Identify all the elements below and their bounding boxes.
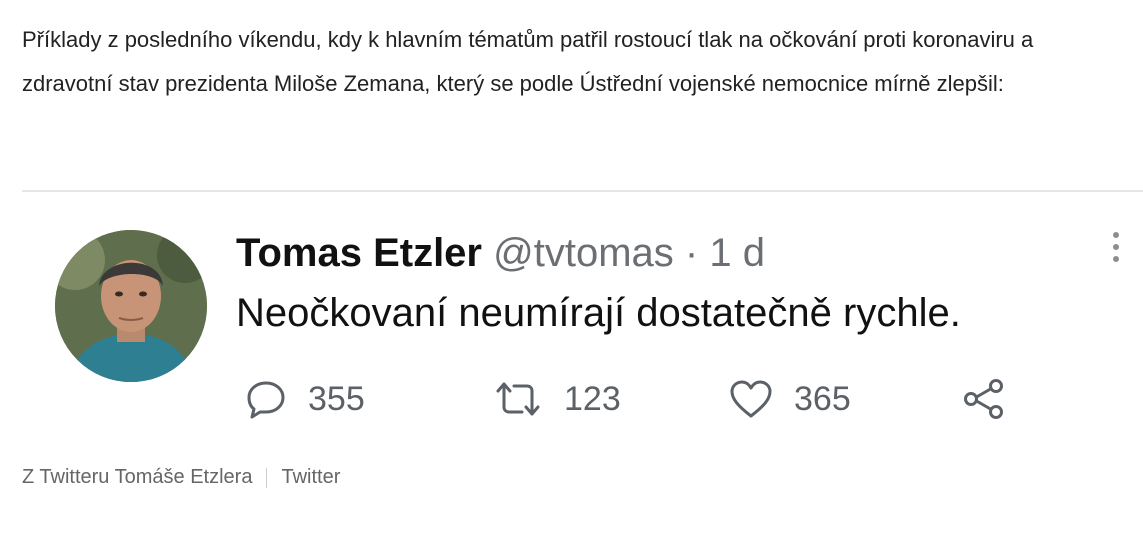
heart-icon: [730, 380, 772, 418]
more-vertical-icon[interactable]: [1106, 232, 1126, 268]
reply-icon: [247, 381, 285, 419]
tweet-time[interactable]: 1 d: [709, 231, 765, 275]
tweet-text: Neočkovaní neumírají dostatečně rychle.: [236, 291, 961, 335]
tweet-embed: Tomas Etzler @tvtomas · 1 d Neočkovaní n…: [22, 190, 1143, 450]
author-name[interactable]: Tomas Etzler: [236, 231, 482, 275]
share-icon: [964, 379, 1003, 419]
tweet-header: Tomas Etzler @tvtomas · 1 d: [236, 228, 765, 278]
caption-divider: [266, 467, 268, 488]
reply-count: 355: [308, 379, 365, 418]
retweet-button[interactable]: 123: [492, 374, 621, 424]
image-caption: Z Twitteru Tomáše Etzlera Twitter: [22, 466, 340, 489]
share-button[interactable]: [962, 374, 1006, 424]
like-button[interactable]: 365: [728, 374, 851, 424]
caption-source: Z Twitteru Tomáše Etzlera: [22, 466, 253, 488]
reply-button[interactable]: 355: [244, 374, 365, 424]
retweet-count: 123: [564, 379, 621, 418]
avatar-photo: [55, 230, 207, 382]
meta-separator: ·: [684, 231, 699, 275]
avatar[interactable]: [55, 230, 207, 382]
article-paragraph: Příklady z posledního víkendu, kdy k hla…: [22, 27, 1034, 96]
author-handle[interactable]: @tvtomas: [493, 231, 674, 275]
retweet-icon: [496, 382, 540, 416]
tweet-actions: 355 123 365: [244, 374, 1004, 424]
like-count: 365: [794, 379, 851, 418]
caption-twitter-link[interactable]: Twitter: [281, 466, 340, 488]
